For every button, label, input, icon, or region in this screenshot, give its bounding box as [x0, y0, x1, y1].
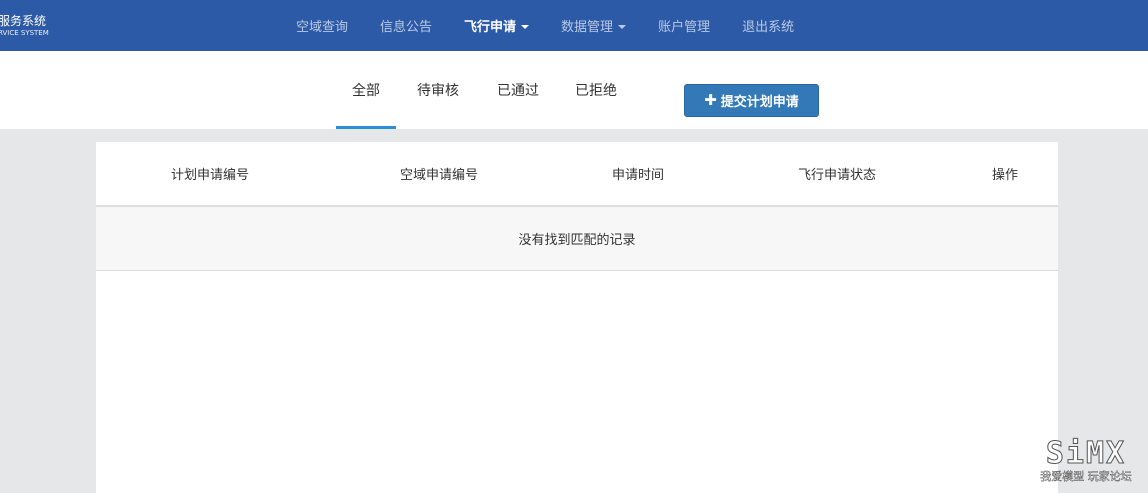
nav-item-label: 账户管理 — [658, 20, 711, 35]
tab-approved[interactable]: 已通过 — [480, 51, 556, 129]
tab-label: 已拒绝 — [575, 83, 617, 99]
brand-logo[interactable]: 服务系统 RVICE SYSTEM — [0, 14, 58, 44]
watermark-logo: SiMX 我爱模型 玩家论坛 — [1030, 436, 1142, 490]
table-header: 计划申请编号 空域申请编号 申请时间 飞行申请状态 操作 — [96, 142, 1058, 207]
tab-all[interactable]: 全部 — [336, 51, 396, 129]
tab-label: 已通过 — [497, 83, 539, 99]
plus-icon: ✚ — [704, 91, 717, 109]
watermark-logo-text: SiMX — [1045, 436, 1127, 471]
nav-item-label: 退出系统 — [742, 20, 795, 35]
nav-item-data-management[interactable]: 数据管理 — [561, 16, 627, 35]
application-table: 计划申请编号 空域申请编号 申请时间 飞行申请状态 操作 没有找到匹配的记录 — [96, 142, 1058, 493]
chevron-down-icon — [618, 24, 627, 29]
column-header-airspace-application-id[interactable]: 空域申请编号 — [324, 142, 554, 205]
empty-state-message: 没有找到匹配的记录 — [96, 207, 1058, 271]
submit-plan-application-button[interactable]: ✚ 提交计划申请 — [684, 84, 819, 117]
nav-item-flight-application[interactable]: 飞行申请 — [464, 16, 530, 35]
tab-rejected[interactable]: 已拒绝 — [556, 51, 636, 129]
nav-item-account-management[interactable]: 账户管理 — [658, 16, 710, 35]
nav-item-label: 飞行申请 — [464, 20, 517, 35]
column-header-plan-application-id[interactable]: 计划申请编号 — [96, 142, 324, 205]
column-header-flight-status[interactable]: 飞行申请状态 — [722, 142, 952, 205]
tab-label: 待审核 — [417, 83, 459, 99]
nav-item-label: 数据管理 — [561, 20, 614, 35]
nav-item-announcements[interactable]: 信息公告 — [380, 16, 432, 35]
column-header-actions: 操作 — [991, 168, 1018, 183]
brand-title: 服务系统 — [0, 14, 47, 28]
watermark-subtitle: 我爱模型 玩家论坛 — [1040, 470, 1132, 483]
nav-item-logout[interactable]: 退出系统 — [742, 16, 794, 35]
filter-tabs-bar: 全部 待审核 已通过 已拒绝 ✚ 提交计划申请 — [0, 51, 1148, 129]
tab-label: 全部 — [352, 83, 380, 99]
column-header-application-time[interactable]: 申请时间 — [554, 142, 722, 205]
nav-item-label: 信息公告 — [380, 20, 433, 35]
main-nav: 空域查询 信息公告 飞行申请 数据管理 账户管理 退出系统 — [296, 0, 826, 51]
tab-pending[interactable]: 待审核 — [396, 51, 480, 129]
status-tabs: 全部 待审核 已通过 已拒绝 — [336, 51, 636, 129]
top-navbar: 服务系统 RVICE SYSTEM 空域查询 信息公告 飞行申请 数据管理 账户… — [0, 0, 1148, 51]
nav-item-label: 空域查询 — [296, 20, 349, 35]
chevron-down-icon — [521, 24, 530, 29]
brand-subtitle: RVICE SYSTEM — [0, 29, 49, 37]
submit-button-label: 提交计划申请 — [720, 95, 799, 110]
nav-item-airspace-query[interactable]: 空域查询 — [296, 16, 348, 35]
